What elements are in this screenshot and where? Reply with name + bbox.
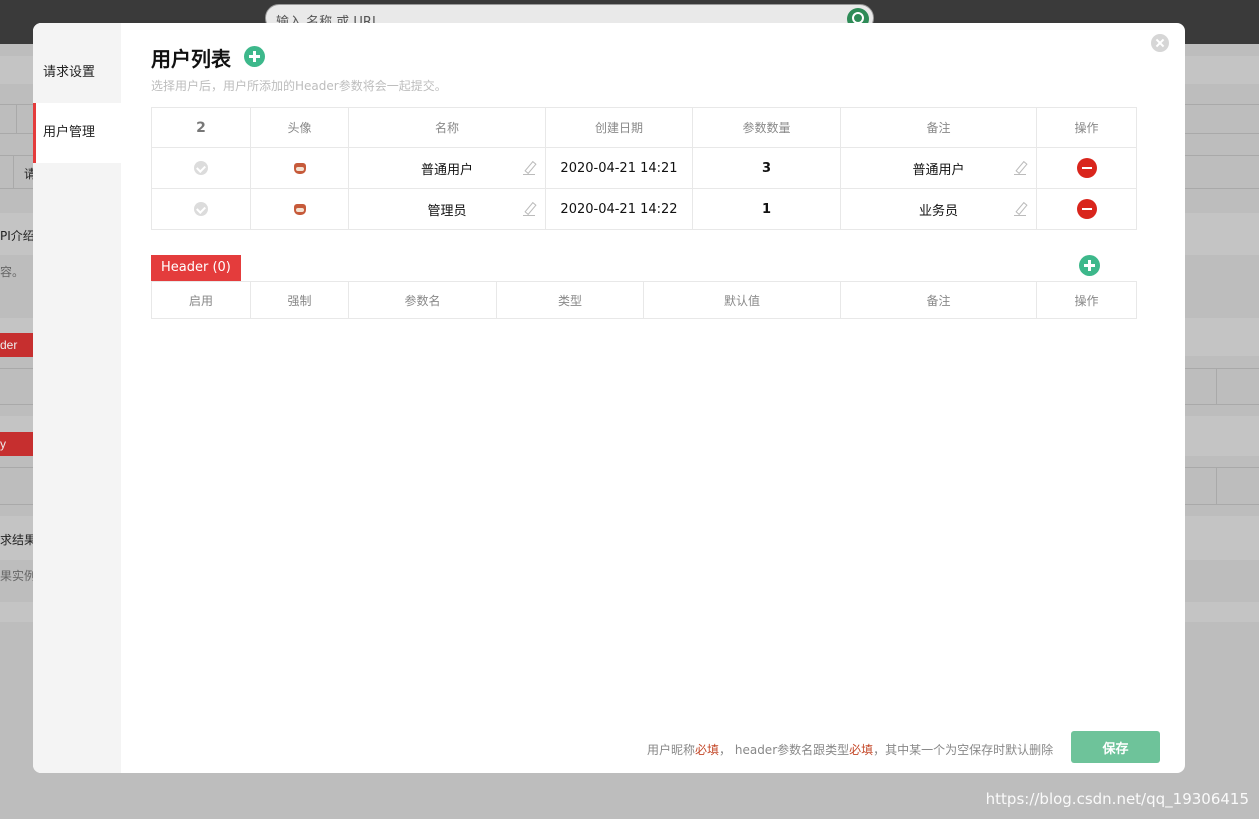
edit-icon[interactable]	[523, 202, 535, 216]
column-header: 默认值	[643, 281, 841, 319]
edit-icon[interactable]	[1014, 161, 1026, 175]
page-subtitle: 选择用户后，用户所添加的Header参数将会一起提交。	[151, 79, 447, 93]
table-header-row: 启用 强制 参数名 类型 默认值 备注 操作	[151, 281, 1137, 319]
name-cell: 普通用户	[348, 147, 546, 189]
edit-icon[interactable]	[523, 161, 535, 175]
bg-divider	[16, 104, 17, 133]
bg-body-tag: y	[0, 432, 34, 456]
column-header: 参数名	[348, 281, 497, 319]
column-header: 创建日期	[545, 107, 693, 148]
add-user-icon[interactable]	[244, 46, 265, 67]
watermark: https://blog.csdn.net/qq_19306415	[985, 790, 1249, 808]
add-header-icon[interactable]	[1079, 255, 1100, 276]
note-cell: 业务员	[840, 188, 1037, 230]
date-cell: 2020-04-21 14:22	[545, 188, 693, 230]
column-header: 操作	[1036, 107, 1137, 148]
modal-sidebar: 请求设置 用户管理	[33, 23, 121, 773]
bg-text: 果实例	[0, 569, 37, 583]
param-count: 1	[692, 188, 841, 230]
users-table: 2 头像 名称 创建日期 参数数量 备注 操作 普通用户 2020-04-21 …	[151, 107, 1137, 230]
avatar-cell	[250, 188, 349, 230]
column-header: 备注	[840, 281, 1037, 319]
hint-text: ，其中某一个为空保存时默认删除	[873, 743, 1054, 757]
bg-text: 容。	[0, 265, 25, 279]
footer-hint: 用户昵称必填， header参数名跟类型必填，其中某一个为空保存时默认删除	[647, 741, 1053, 758]
select-cell[interactable]	[151, 147, 251, 189]
check-circle-icon[interactable]	[194, 161, 208, 175]
note-cell: 普通用户	[840, 147, 1037, 189]
user-note: 业务员	[918, 203, 958, 219]
user-management-modal: 请求设置 用户管理 用户列表 选择用户后，用户所添加的Header参数将会一起提…	[33, 23, 1185, 773]
avatar-cell	[250, 147, 349, 189]
date-cell: 2020-04-21 14:21	[545, 147, 693, 189]
column-header: 强制	[250, 281, 349, 319]
name-cell: 管理员	[348, 188, 546, 230]
table-header-row: 2 头像 名称 创建日期 参数数量 备注 操作	[151, 107, 1137, 148]
header-params-table: 启用 强制 参数名 类型 默认值 备注 操作	[151, 281, 1137, 319]
bg-divider	[13, 155, 14, 188]
close-icon[interactable]	[1151, 34, 1169, 52]
user-name: 管理员	[427, 203, 467, 219]
table-row: 普通用户 2020-04-21 14:21 3 普通用户	[151, 147, 1137, 189]
column-header: 类型	[496, 281, 644, 319]
bg-header-tag: der	[0, 333, 34, 357]
avatar-icon	[293, 162, 306, 174]
header-section-tag: Header (0)	[151, 255, 241, 281]
column-header: 启用	[151, 281, 251, 319]
bg-divider	[1216, 467, 1217, 504]
avatar-icon	[293, 203, 306, 215]
user-count: 2	[151, 107, 251, 148]
column-header: 备注	[840, 107, 1037, 148]
check-circle-icon[interactable]	[194, 202, 208, 216]
required-mark: 必填	[849, 743, 874, 757]
bg-text: 求结果	[0, 533, 37, 547]
user-note: 普通用户	[912, 162, 965, 178]
column-header: 头像	[250, 107, 349, 148]
delete-icon[interactable]	[1076, 158, 1097, 178]
delete-icon[interactable]	[1076, 199, 1097, 219]
param-count: 3	[692, 147, 841, 189]
sidebar-item-request-settings[interactable]: 请求设置	[33, 43, 121, 103]
column-header: 参数数量	[692, 107, 841, 148]
hint-text: ， header参数名跟类型	[719, 743, 850, 757]
table-row: 管理员 2020-04-21 14:22 1 业务员	[151, 188, 1137, 230]
sidebar-item-user-management[interactable]: 用户管理	[33, 103, 121, 163]
page-title: 用户列表	[151, 47, 231, 71]
bg-text: der	[0, 338, 18, 352]
required-mark: 必填	[695, 743, 720, 757]
user-name: 普通用户	[420, 162, 473, 178]
column-header: 操作	[1036, 281, 1137, 319]
action-cell	[1036, 147, 1137, 189]
save-button[interactable]: 保存	[1071, 731, 1160, 763]
bg-divider	[1216, 368, 1217, 404]
edit-icon[interactable]	[1014, 202, 1026, 216]
select-cell[interactable]	[151, 188, 251, 230]
action-cell	[1036, 188, 1137, 230]
bg-text: y	[0, 437, 6, 451]
hint-text: 用户昵称	[647, 743, 696, 757]
bg-text: PI介绍	[0, 229, 35, 243]
column-header: 名称	[348, 107, 546, 148]
